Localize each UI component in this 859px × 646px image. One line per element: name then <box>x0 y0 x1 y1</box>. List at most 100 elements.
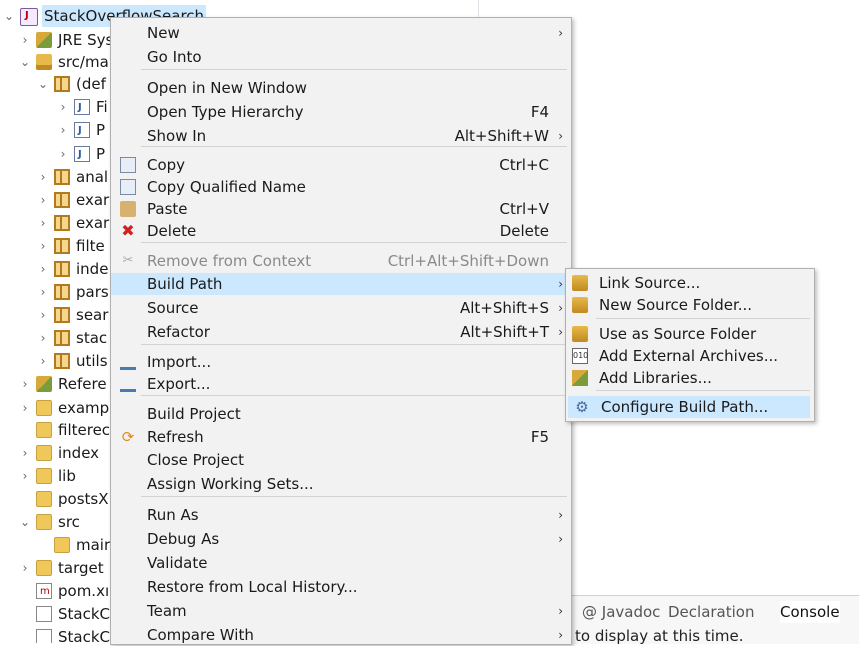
tab-declaration[interactable]: Declaration <box>668 601 754 623</box>
chevron-right-icon[interactable]: › <box>36 281 50 303</box>
menu-item-open-type-hierarchy[interactable]: Open Type Hierarchy F4 <box>111 101 571 123</box>
menu-item-delete[interactable]: ✖ Delete Delete <box>111 220 571 242</box>
java-file-icon <box>74 97 90 119</box>
tree-item-label: src <box>58 513 80 531</box>
chevron-right-icon[interactable]: › <box>56 143 70 165</box>
folder-icon <box>54 537 70 553</box>
menu-item-label: Team <box>147 602 187 620</box>
menu-item-build-path[interactable]: Build Path › <box>111 273 571 295</box>
chevron-right-icon[interactable]: › <box>36 258 50 280</box>
menu-item-source[interactable]: Source Alt+Shift+S › <box>111 297 571 319</box>
chevron-right-icon[interactable]: › <box>36 166 50 188</box>
chevron-right-icon[interactable]: › <box>36 235 50 257</box>
submenu-item-configure-build-path[interactable]: ⚙ Configure Build Path... <box>568 396 810 418</box>
chevron-right-icon: › <box>558 508 563 522</box>
tree-item-label: exar <box>76 191 110 209</box>
chevron-right-icon[interactable]: › <box>18 29 32 51</box>
menu-separator <box>141 69 567 70</box>
menu-item-shortcut: Delete <box>499 222 549 240</box>
chevron-right-icon[interactable]: › <box>18 373 32 395</box>
menu-item-label: Debug As <box>147 530 220 548</box>
chevron-right-icon[interactable]: › <box>36 327 50 349</box>
folder-icon <box>36 468 52 484</box>
tree-item-label: exar <box>76 214 110 232</box>
menu-item-import[interactable]: Import... <box>111 351 571 373</box>
package-icon <box>54 215 70 231</box>
menu-item-label: Export... <box>147 375 211 393</box>
chevron-down-icon[interactable]: ⌄ <box>2 5 16 27</box>
use-source-folder-icon <box>572 326 588 342</box>
menu-item-refactor[interactable]: Refactor Alt+Shift+T › <box>111 321 571 343</box>
menu-item-validate[interactable]: Validate <box>111 552 571 574</box>
menu-item-new[interactable]: New › <box>111 22 571 44</box>
menu-item-export[interactable]: Export... <box>111 373 571 395</box>
tree-item-label: Refere <box>58 375 107 393</box>
chevron-down-icon[interactable]: ⌄ <box>18 51 32 73</box>
menu-item-label: Close Project <box>147 451 244 469</box>
chevron-right-icon[interactable]: › <box>56 96 70 118</box>
tree-item-label: filterec <box>58 421 111 439</box>
menu-item-run-as[interactable]: Run As › <box>111 504 571 526</box>
menu-item-build-project[interactable]: Build Project <box>111 403 571 425</box>
link-source-icon <box>572 275 588 291</box>
menu-separator <box>141 496 567 497</box>
menu-item-label: Source <box>147 299 199 317</box>
menu-item-label: Validate <box>147 554 208 572</box>
menu-item-copy-qualified-name[interactable]: Copy Qualified Name <box>111 176 571 198</box>
chevron-right-icon[interactable]: › <box>18 397 32 419</box>
menu-item-assign-working-sets[interactable]: Assign Working Sets... <box>111 473 571 495</box>
menu-item-shortcut: Ctrl+C <box>499 156 549 174</box>
chevron-right-icon[interactable]: › <box>36 212 50 234</box>
tree-item-label: (def <box>76 75 106 93</box>
menu-item-shortcut: Alt+Shift+T <box>460 323 549 341</box>
delete-icon: ✖ <box>121 221 135 240</box>
submenu-item-link-source[interactable]: Link Source... <box>566 272 814 294</box>
menu-item-label: Import... <box>147 353 212 371</box>
submenu-item-new-source-folder[interactable]: New Source Folder... <box>566 294 814 316</box>
menu-separator <box>141 146 567 147</box>
chevron-right-icon[interactable]: › <box>36 189 50 211</box>
package-icon <box>54 76 70 92</box>
tree-item-label: examp <box>58 399 110 417</box>
menu-item-shortcut: F5 <box>530 428 549 446</box>
submenu-item-add-external-archives[interactable]: 010 Add External Archives... <box>566 345 814 367</box>
submenu-item-label: Use as Source Folder <box>599 325 757 343</box>
chevron-right-icon[interactable]: › <box>56 119 70 141</box>
menu-item-close-project[interactable]: Close Project <box>111 449 571 471</box>
submenu-item-label: Add External Archives... <box>599 347 779 365</box>
menu-item-restore-from-local-history[interactable]: Restore from Local History... <box>111 576 571 598</box>
menu-item-show-in[interactable]: Show In Alt+Shift+W › <box>111 125 571 147</box>
source-folder-icon <box>36 54 52 70</box>
menu-item-copy[interactable]: Copy Ctrl+C <box>111 154 571 176</box>
project-icon <box>20 5 38 27</box>
menu-separator <box>141 344 567 345</box>
chevron-right-icon[interactable]: › <box>18 442 32 464</box>
menu-item-debug-as[interactable]: Debug As › <box>111 528 571 550</box>
menu-item-team[interactable]: Team › <box>111 600 571 622</box>
submenu-item-add-libraries[interactable]: Add Libraries... <box>566 367 814 389</box>
tab-javadoc[interactable]: @ Javadoc <box>582 601 660 623</box>
submenu-item-label: New Source Folder... <box>599 296 753 314</box>
tree-item-label: sear <box>76 306 109 324</box>
menu-item-label: Paste <box>147 200 188 218</box>
chevron-right-icon[interactable]: › <box>36 350 50 372</box>
menu-item-label: Open Type Hierarchy <box>147 103 304 121</box>
chevron-right-icon: › <box>558 26 563 40</box>
chevron-down-icon[interactable]: ⌄ <box>36 73 50 95</box>
chevron-right-icon[interactable]: › <box>36 304 50 326</box>
chevron-right-icon[interactable]: › <box>18 465 32 487</box>
menu-item-go-into[interactable]: Go Into <box>111 46 571 68</box>
menu-separator <box>141 395 567 396</box>
menu-item-refresh[interactable]: ⟳ Refresh F5 <box>111 426 571 448</box>
menu-item-label: Build Path <box>147 275 223 293</box>
chevron-right-icon[interactable]: › <box>18 557 32 579</box>
chevron-down-icon[interactable]: ⌄ <box>18 511 32 533</box>
tree-item-label: P <box>96 121 106 139</box>
menu-item-open-in-new-window[interactable]: Open in New Window <box>111 77 571 99</box>
package-icon <box>54 261 70 277</box>
submenu-item-use-as-source-folder[interactable]: Use as Source Folder <box>566 323 814 345</box>
menu-item-paste[interactable]: Paste Ctrl+V <box>111 198 571 220</box>
package-icon <box>54 238 70 254</box>
tab-console[interactable]: Console <box>780 601 840 623</box>
tree-item-label: filte <box>76 237 105 255</box>
